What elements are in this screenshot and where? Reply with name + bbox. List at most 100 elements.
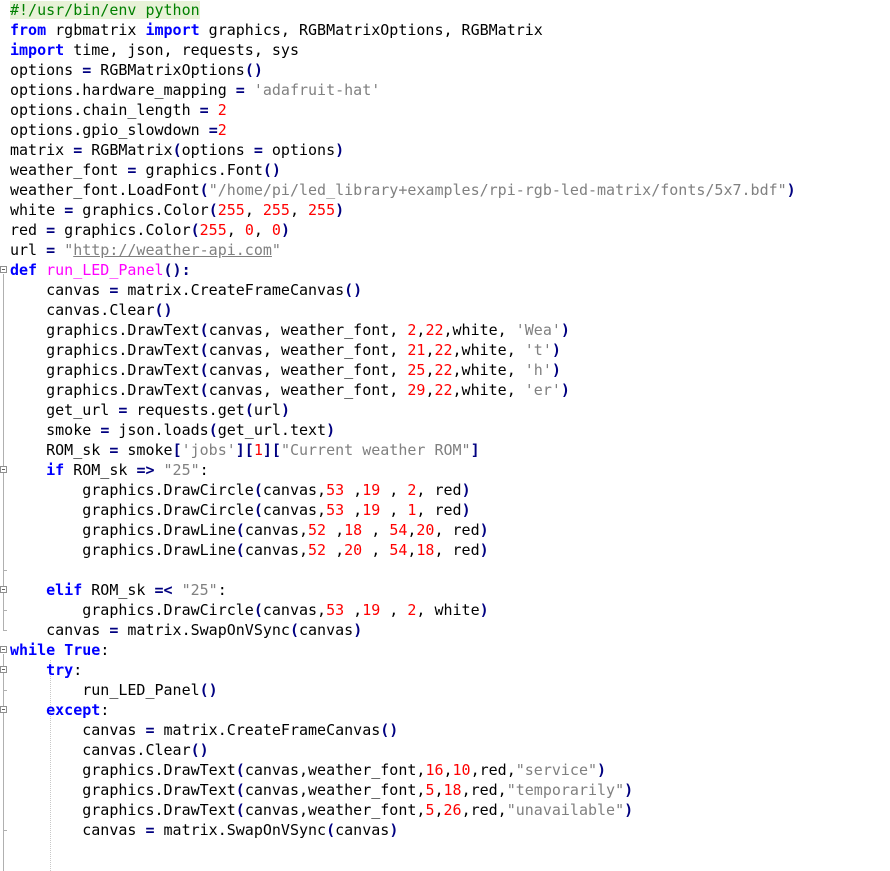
- code-line[interactable]: weather_font = graphics.Font(): [10, 160, 281, 180]
- code-token-default: ,red,: [461, 801, 507, 819]
- code-token-operator: ): [551, 361, 561, 379]
- code-token-default: options.gpio_slowdown: [10, 121, 209, 139]
- code-line[interactable]: ROM_sk = smoke['jobs'][1]["Current weath…: [10, 440, 480, 460]
- code-line[interactable]: graphics.DrawText(canvas,weather_font,5,…: [10, 800, 633, 820]
- code-line[interactable]: while True:: [10, 640, 109, 660]
- fold-toggle-icon[interactable]: [0, 706, 7, 713]
- code-line[interactable]: #!/usr/bin/env python: [10, 0, 200, 20]
- code-token-number: 2: [217, 121, 227, 139]
- code-token-operator: ): [335, 141, 345, 159]
- code-token-default: smoke: [118, 441, 173, 459]
- code-line[interactable]: graphics.DrawText(canvas, weather_font, …: [10, 380, 570, 400]
- code-line[interactable]: graphics.DrawText(canvas, weather_font, …: [10, 360, 561, 380]
- code-token-operator: ): [389, 821, 399, 839]
- code-token-operator: (: [199, 321, 209, 339]
- code-token-default: canvas,weather_font,: [244, 761, 426, 779]
- code-line[interactable]: get_url = requests.get(url): [10, 400, 290, 420]
- code-line[interactable]: try:: [10, 660, 82, 680]
- code-token-default: time, json, requests, sys: [64, 41, 299, 59]
- code-line[interactable]: run_LED_Panel(): [10, 680, 217, 700]
- code-token-default: get_url.text: [217, 421, 327, 439]
- code-token-default: canvas, weather_font,: [208, 341, 408, 359]
- code-line[interactable]: options.hardware_mapping = 'adafruit-hat…: [10, 80, 380, 100]
- code-token-number: 2: [217, 101, 227, 119]
- code-token-string: "25": [163, 461, 200, 479]
- code-token-url: http://weather-api.com: [73, 241, 272, 259]
- fold-guide-line: [3, 654, 4, 871]
- code-line[interactable]: graphics.DrawCircle(canvas,53 ,19 , 1, r…: [10, 500, 470, 520]
- code-editor[interactable]: #!/usr/bin/env python from rgbmatrix impo…: [0, 0, 890, 871]
- code-line[interactable]: canvas = matrix.CreateFrameCanvas(): [10, 280, 362, 300]
- code-token-default: graphics.DrawText: [10, 341, 200, 359]
- code-token-operator: [: [172, 441, 182, 459]
- code-token-operator: (: [199, 181, 209, 199]
- code-token-default: , red: [416, 481, 462, 499]
- code-token-number: 22: [434, 381, 453, 399]
- fold-toggle-icon[interactable]: [0, 666, 7, 673]
- code-line[interactable]: graphics.DrawText(canvas, weather_font, …: [10, 320, 570, 340]
- code-token-number: 22: [434, 341, 453, 359]
- code-line[interactable]: graphics.DrawCircle(canvas,53 ,19 , 2, r…: [10, 480, 470, 500]
- code-token-default: options: [262, 141, 336, 159]
- fold-toggle-icon[interactable]: [0, 466, 7, 473]
- code-line[interactable]: url = "http://weather-api.com": [10, 240, 281, 260]
- code-line[interactable]: canvas.Clear(): [10, 300, 172, 320]
- code-line[interactable]: graphics.DrawText(canvas, weather_font, …: [10, 340, 561, 360]
- code-token-default: matrix.SwapOnVSync: [118, 621, 290, 639]
- code-line[interactable]: weather_font.LoadFont("/home/pi/led_libr…: [10, 180, 796, 200]
- code-line[interactable]: graphics.DrawText(canvas,weather_font,5,…: [10, 780, 633, 800]
- code-token-default: ,: [344, 601, 363, 619]
- code-token-operator: ][: [262, 441, 281, 459]
- code-token-operator: ][: [235, 441, 254, 459]
- code-token-number: 19: [362, 601, 381, 619]
- code-line[interactable]: matrix = RGBMatrix(options = options): [10, 140, 344, 160]
- code-token-operator: =: [82, 61, 92, 79]
- code-line[interactable]: smoke = json.loads(get_url.text): [10, 420, 335, 440]
- code-token-operator: (): [190, 741, 209, 759]
- code-line[interactable]: options.chain_length = 2: [10, 100, 227, 120]
- code-token-default: matrix: [10, 141, 74, 159]
- code-line[interactable]: canvas = matrix.SwapOnVSync(canvas): [10, 820, 398, 840]
- code-token-default: canvas,: [262, 501, 327, 519]
- fold-toggle-icon[interactable]: [0, 586, 7, 593]
- code-token-default: , red: [434, 541, 480, 559]
- code-token-string: "service": [515, 761, 598, 779]
- code-line[interactable]: graphics.DrawCircle(canvas,53 ,19 , 2, w…: [10, 600, 488, 620]
- code-line[interactable]: elif ROM_sk =< "25":: [10, 580, 227, 600]
- code-line[interactable]: graphics.DrawLine(canvas,52 ,18 , 54,20,…: [10, 520, 488, 540]
- code-token-number: 25: [407, 361, 426, 379]
- fold-toggle-icon[interactable]: [0, 266, 7, 273]
- code-line[interactable]: red = graphics.Color(255, 0, 0): [10, 220, 290, 240]
- code-token-default: canvas, weather_font,: [208, 321, 408, 339]
- code-token-number: 53: [326, 501, 345, 519]
- code-line[interactable]: except:: [10, 700, 109, 720]
- code-token-default: :: [100, 641, 110, 659]
- code-line[interactable]: if ROM_sk => "25":: [10, 460, 209, 480]
- code-line[interactable]: options.gpio_slowdown =2: [10, 120, 227, 140]
- code-line[interactable]: import time, json, requests, sys: [10, 40, 299, 60]
- code-token-default: ,white,: [443, 321, 516, 339]
- code-token-number: 26: [443, 801, 462, 819]
- code-token-operator: (: [199, 381, 209, 399]
- code-token-keyword: if: [46, 461, 65, 479]
- code-line[interactable]: canvas = matrix.SwapOnVSync(canvas): [10, 620, 362, 640]
- code-line[interactable]: options = RGBMatrixOptions(): [10, 60, 263, 80]
- code-token-default: graphics.DrawLine: [10, 521, 236, 539]
- code-token-operator: (: [190, 221, 200, 239]
- code-line[interactable]: graphics.DrawText(canvas,weather_font,16…: [10, 760, 606, 780]
- code-line[interactable]: canvas = matrix.CreateFrameCanvas(): [10, 720, 398, 740]
- fold-toggle-icon[interactable]: [0, 646, 7, 653]
- code-line[interactable]: from rgbmatrix import graphics, RGBMatri…: [10, 20, 543, 40]
- code-line[interactable]: white = graphics.Color(255, 255, 255): [10, 200, 344, 220]
- code-token-number: 19: [362, 481, 381, 499]
- code-line[interactable]: canvas.Clear(): [10, 740, 209, 760]
- code-token-operator: (: [244, 401, 254, 419]
- code-token-number: 20: [344, 541, 363, 559]
- code-line[interactable]: graphics.DrawLine(canvas,52 ,20 , 54,18,…: [10, 540, 488, 560]
- code-token-default: graphics.DrawText: [10, 781, 236, 799]
- code-line[interactable]: def run_LED_Panel():: [10, 260, 191, 280]
- code-token-operator: =>: [136, 461, 155, 479]
- code-token-operator: (: [235, 781, 245, 799]
- code-token-default: canvas,: [244, 521, 309, 539]
- code-token-default: ,red,: [470, 761, 516, 779]
